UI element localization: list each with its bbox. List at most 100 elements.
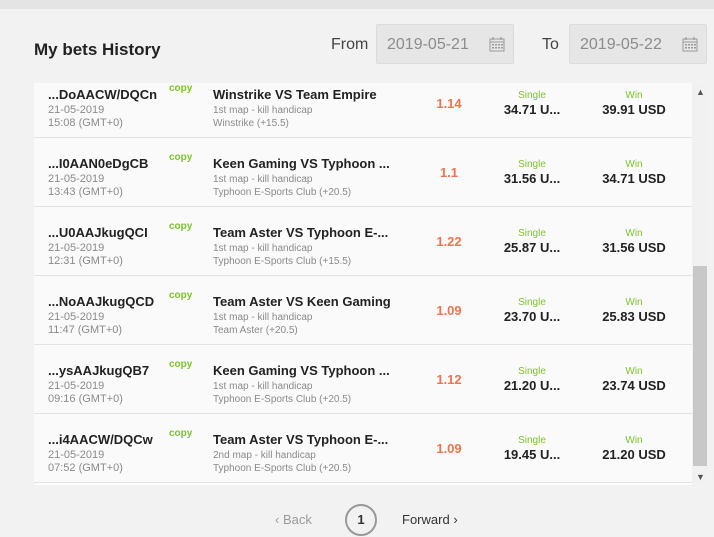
to-date-field[interactable]: 2019-05-22 — [569, 24, 707, 64]
market-name: 2nd map - kill handicap — [213, 450, 316, 461]
list-scrollbar[interactable]: ▲ ▼ — [692, 83, 708, 485]
market-name: 1st map - kill handicap — [213, 105, 313, 116]
bet-row[interactable]: ...DoAACW/DQCn copy 21-05-2019 15:08 (GM… — [34, 83, 692, 138]
odds-value: 1.09 — [436, 441, 462, 456]
bet-time: 13:43 (GMT+0) — [48, 186, 123, 198]
bet-id: ...DoAACW/DQCn — [48, 87, 158, 102]
bet-result: Win — [625, 228, 643, 239]
stake-amount: 25.87 U... — [503, 240, 561, 255]
scroll-down-icon[interactable]: ▼ — [696, 472, 705, 482]
scrollbar-thumb[interactable] — [693, 266, 707, 466]
selection: Typhoon E-Sports Club (+20.5) — [213, 394, 352, 405]
odds-value: 1.14 — [436, 96, 462, 111]
payout-amount: 31.56 USD — [602, 240, 666, 255]
back-button[interactable]: ‹ Back — [275, 512, 312, 527]
bet-row[interactable]: ...NoAAJkugQCD copy 21-05-2019 11:47 (GM… — [34, 276, 692, 345]
bet-type: Single — [518, 228, 546, 239]
calendar-icon[interactable] — [682, 37, 698, 52]
bet-row[interactable]: ...i4AACW/DQCw copy 21-05-2019 07:52 (GM… — [34, 414, 692, 483]
scroll-up-icon[interactable]: ▲ — [696, 87, 705, 97]
bet-time: 07:52 (GMT+0) — [48, 462, 123, 474]
bet-id: ...NoAAJkugQCD — [48, 294, 155, 309]
stake-amount: 19.45 U... — [503, 447, 561, 462]
market-name: 1st map - kill handicap — [213, 312, 313, 323]
top-strip — [0, 0, 714, 9]
selection: Winstrike (+15.5) — [213, 118, 289, 129]
stake-amount: 23.70 U... — [503, 309, 561, 324]
calendar-icon[interactable] — [489, 37, 505, 52]
from-date-field[interactable]: 2019-05-21 — [376, 24, 514, 64]
copy-button[interactable]: copy — [169, 152, 192, 163]
bet-result: Win — [625, 435, 643, 446]
to-date-value: 2019-05-22 — [580, 36, 662, 53]
forward-button[interactable]: Forward › — [402, 512, 458, 527]
bet-time: 15:08 (GMT+0) — [48, 117, 123, 129]
odds-value: 1.12 — [436, 372, 462, 387]
bet-date: 21-05-2019 — [48, 449, 105, 461]
bet-result: Win — [625, 159, 643, 170]
bet-row[interactable]: ...I0AAN0eDgCB copy 21-05-2019 13:43 (GM… — [34, 138, 692, 207]
chevron-right-icon: › — [453, 512, 458, 527]
bet-date: 21-05-2019 — [48, 173, 105, 185]
selection: Typhoon E-Sports Club (+15.5) — [213, 256, 352, 267]
bet-type: Single — [518, 90, 546, 101]
bet-date: 21-05-2019 — [48, 380, 105, 392]
bet-row[interactable]: ...ysAAJkugQB7 copy 21-05-2019 09:16 (GM… — [34, 345, 692, 414]
bets-rows: ...DoAACW/DQCn copy 21-05-2019 15:08 (GM… — [34, 83, 692, 483]
bet-time: 11:47 (GMT+0) — [48, 324, 123, 336]
match-name: Keen Gaming VS Typhoon ... — [213, 156, 390, 171]
match-name: Team Aster VS Typhoon E-... — [213, 432, 389, 447]
match-name: Winstrike VS Team Empire — [213, 87, 377, 102]
payout-amount: 21.20 USD — [602, 447, 666, 462]
bet-date: 21-05-2019 — [48, 104, 105, 116]
bet-time: 09:16 (GMT+0) — [48, 393, 123, 405]
bet-date: 21-05-2019 — [48, 242, 105, 254]
market-name: 1st map - kill handicap — [213, 381, 313, 392]
from-label: From — [331, 36, 369, 53]
copy-button[interactable]: copy — [169, 428, 192, 439]
bet-type: Single — [518, 297, 546, 308]
payout-amount: 34.71 USD — [602, 171, 666, 186]
bet-type: Single — [518, 435, 546, 446]
bet-type: Single — [518, 159, 546, 170]
page-title: My bets History — [34, 40, 161, 59]
copy-button[interactable]: copy — [169, 290, 192, 301]
odds-value: 1.1 — [439, 165, 459, 180]
back-label: Back — [282, 512, 312, 527]
bet-id: ...ysAAJkugQB7 — [48, 363, 150, 378]
odds-value: 1.22 — [436, 234, 462, 249]
bet-row[interactable]: ...U0AAJkugQCI copy 21-05-2019 12:31 (GM… — [34, 207, 692, 276]
copy-button[interactable]: copy — [169, 359, 192, 370]
bet-result: Win — [625, 366, 643, 377]
bet-id: ...U0AAJkugQCI — [48, 225, 148, 240]
market-name: 1st map - kill handicap — [213, 174, 313, 185]
odds-value: 1.09 — [436, 303, 462, 318]
page-number-current[interactable]: 1 — [345, 504, 377, 536]
bet-date: 21-05-2019 — [48, 311, 105, 323]
bet-time: 12:31 (GMT+0) — [48, 255, 123, 267]
from-date-value: 2019-05-21 — [387, 36, 469, 53]
match-name: Team Aster VS Keen Gaming — [213, 294, 391, 309]
stake-amount: 21.20 U... — [503, 378, 561, 393]
bet-id: ...I0AAN0eDgCB — [48, 156, 149, 171]
selection: Typhoon E-Sports Club (+20.5) — [213, 463, 352, 474]
copy-button[interactable]: copy — [169, 83, 192, 94]
selection: Typhoon E-Sports Club (+20.5) — [213, 187, 352, 198]
selection: Team Aster (+20.5) — [213, 325, 298, 336]
payout-amount: 39.91 USD — [602, 102, 666, 117]
bets-list[interactable]: ...DoAACW/DQCn copy 21-05-2019 15:08 (GM… — [34, 83, 708, 485]
payout-amount: 23.74 USD — [602, 378, 666, 393]
copy-button[interactable]: copy — [169, 221, 192, 232]
forward-label: Forward — [402, 512, 450, 527]
stake-amount: 34.71 U... — [503, 102, 561, 117]
payout-amount: 25.83 USD — [602, 309, 666, 324]
to-label: To — [542, 36, 559, 53]
bet-type: Single — [518, 366, 546, 377]
bet-id: ...i4AACW/DQCw — [48, 432, 153, 447]
bet-result: Win — [625, 90, 643, 101]
match-name: Team Aster VS Typhoon E-... — [213, 225, 389, 240]
chevron-left-icon: ‹ — [275, 512, 280, 527]
match-name: Keen Gaming VS Typhoon ... — [213, 363, 390, 378]
bet-result: Win — [625, 297, 643, 308]
stake-amount: 31.56 U... — [503, 171, 561, 186]
